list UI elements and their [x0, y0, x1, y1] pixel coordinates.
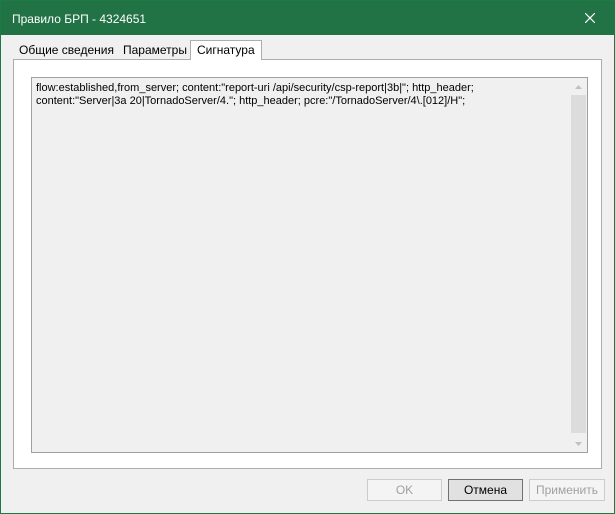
- signature-text: flow:established,from_server; content:"r…: [36, 82, 474, 107]
- scroll-up-button[interactable]: [570, 78, 587, 95]
- scroll-thumb[interactable]: [571, 95, 586, 433]
- window-title: Правило БРП - 4324651: [12, 12, 147, 26]
- close-icon: [584, 13, 595, 23]
- close-button[interactable]: [565, 1, 614, 35]
- apply-button[interactable]: Применить: [529, 479, 605, 501]
- title-bar: Правило БРП - 4324651: [1, 1, 614, 35]
- vertical-scrollbar[interactable]: [570, 78, 587, 452]
- arrow-up-icon: [575, 84, 582, 89]
- tab-parameters[interactable]: Параметры: [117, 41, 193, 59]
- signature-textarea[interactable]: flow:established,from_server; content:"r…: [31, 77, 588, 453]
- ok-button[interactable]: OK: [367, 479, 442, 501]
- arrow-down-icon: [575, 441, 582, 446]
- dialog-window: Правило БРП - 4324651 Общие сведения Пар…: [0, 0, 615, 514]
- tab-general[interactable]: Общие сведения: [13, 41, 120, 59]
- tab-signature[interactable]: Сигнатура: [190, 40, 262, 60]
- scroll-down-button[interactable]: [570, 435, 587, 452]
- cancel-button[interactable]: Отмена: [448, 479, 523, 501]
- signature-tab-panel: flow:established,from_server; content:"r…: [13, 59, 602, 469]
